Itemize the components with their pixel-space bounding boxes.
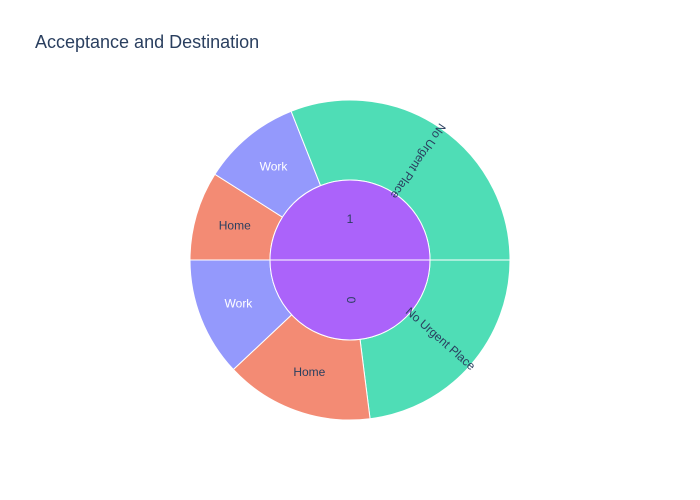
- sunburst-label-1-work: Work: [260, 160, 289, 174]
- sunburst-chart: No Urgent PlaceHomeWorkHomeWork No Urgent…: [189, 99, 511, 421]
- sunburst-center-label-1: 1: [347, 212, 354, 226]
- sunburst-label-0-work: Work: [225, 296, 254, 310]
- sunburst-center-label-0: 0: [344, 297, 358, 304]
- sunburst-label-1-home: Home: [219, 219, 251, 233]
- sunburst-label-0-home: Home: [293, 365, 325, 379]
